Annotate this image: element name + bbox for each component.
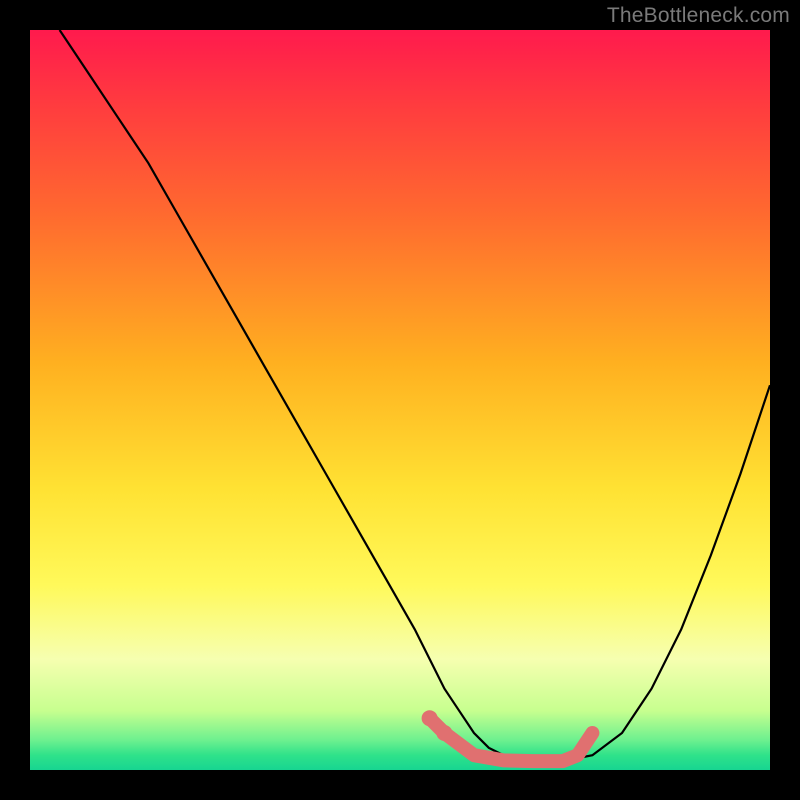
optimal-range-highlight <box>422 710 593 761</box>
curve-layer <box>30 30 770 770</box>
optimal-range-line <box>430 718 593 761</box>
watermark-text: TheBottleneck.com <box>607 4 790 28</box>
plot-area <box>30 30 770 770</box>
optimal-range-dot <box>422 710 438 726</box>
optimal-range-dot <box>436 725 452 741</box>
chart-frame: TheBottleneck.com <box>0 0 800 800</box>
bottleneck-curve <box>60 30 770 761</box>
